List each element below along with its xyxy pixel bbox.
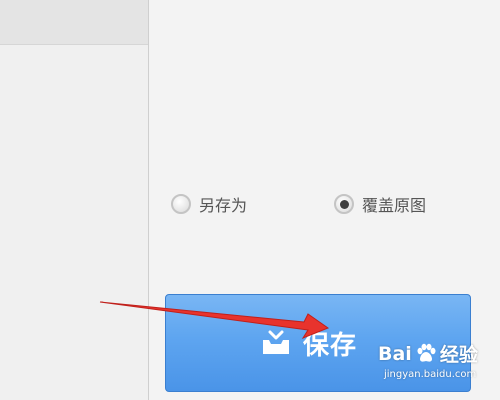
radio-overwrite[interactable]: 覆盖原图 bbox=[334, 189, 426, 219]
left-pane bbox=[0, 0, 149, 400]
tray-icon bbox=[262, 330, 289, 354]
left-pane-header bbox=[0, 0, 149, 45]
radio-save-as-circle[interactable] bbox=[171, 194, 191, 214]
save-button[interactable]: 保存 bbox=[165, 294, 471, 392]
radio-overwrite-circle[interactable] bbox=[334, 194, 354, 214]
radio-save-as-label: 另存为 bbox=[199, 196, 248, 215]
save-button-label: 保存 bbox=[302, 330, 357, 361]
radio-overwrite-label: 覆盖原图 bbox=[362, 196, 427, 215]
app-window: 另存为 覆盖原图 保存 Bai 经验 jingyan.baidu.com bbox=[0, 0, 500, 400]
radio-save-as[interactable]: 另存为 bbox=[171, 189, 247, 219]
save-button-content: 保存 bbox=[261, 325, 357, 362]
